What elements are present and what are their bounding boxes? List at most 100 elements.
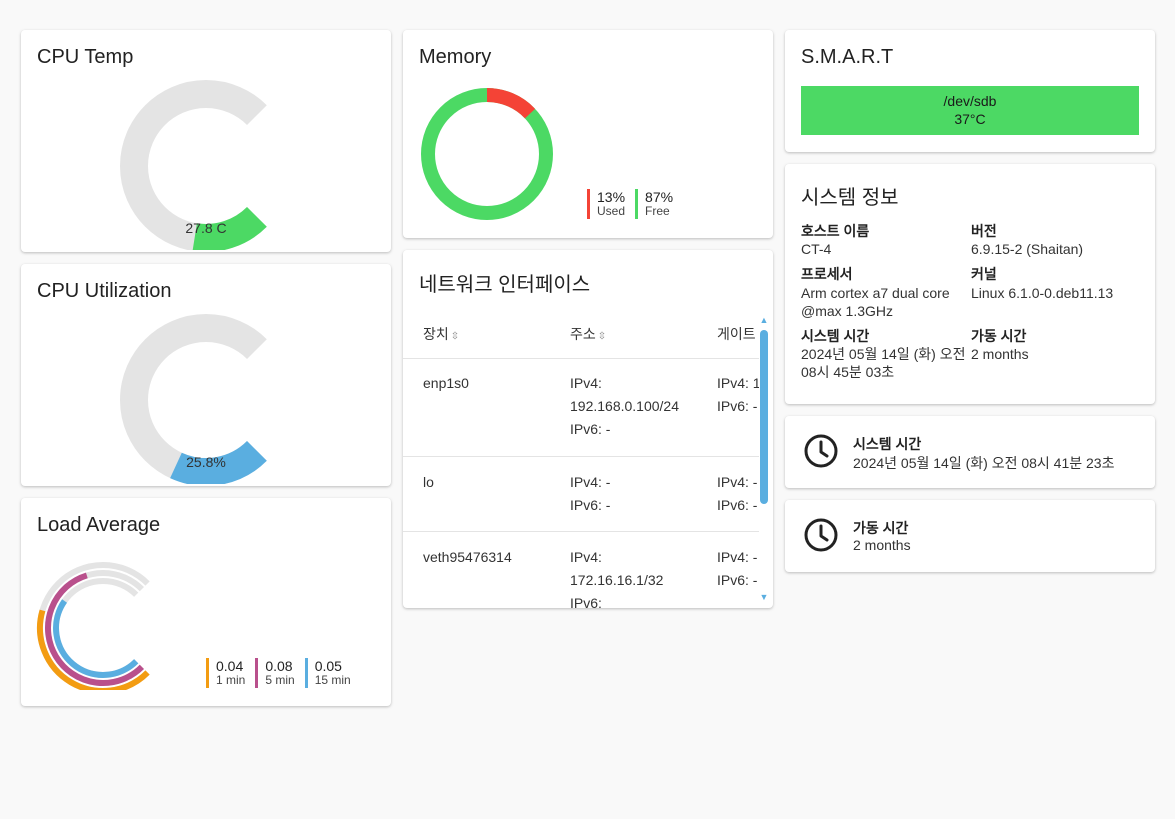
address-line: 172.16.16.1/32 — [570, 572, 664, 588]
load-5min-label: 5 min — [265, 673, 295, 688]
smart-temp: 37°C — [954, 110, 986, 127]
memory-free-legend: 87% Free — [635, 189, 673, 219]
address-cell: IPv4: 172.16.16.1/32 IPv6: — [570, 546, 663, 608]
memory-free-label: Free — [645, 204, 670, 219]
kernel-value: Linux 6.1.0-0.deb11.13 — [971, 284, 1114, 301]
network-table[interactable]: 장치 ⇳ 주소 ⇳ 게이트 enp1s0 IPv4: 192.168.0.100/2… — [403, 310, 759, 608]
gateway-line: IPv4: - — [717, 474, 758, 490]
smart-device: /dev/sdb — [943, 93, 997, 109]
address-line: IPv6: — [570, 595, 602, 608]
processor-value: Arm cortex a7 dual core @max 1.3GHz — [801, 284, 950, 319]
load-5min-legend: 0.08 5 min — [255, 658, 295, 688]
uptime-value: 2 months — [971, 346, 1029, 363]
smart-card: S.M.A.R.T /dev/sdb 37°C — [785, 30, 1155, 152]
device-cell: veth95476314 — [423, 549, 512, 565]
scroll-up-arrow-icon[interactable]: ▲ — [759, 316, 769, 325]
load-average-legend: 0.04 1 min 0.08 5 min 0.05 15 min — [206, 658, 351, 688]
address-line: IPv4: — [570, 375, 602, 391]
hostname-label: 호스트 이름 — [801, 223, 870, 239]
gateway-line: IPv6: - — [717, 572, 758, 588]
uptime-field: 가동 시간 2 months — [971, 327, 1141, 382]
clock-icon — [804, 518, 838, 552]
system-info-title: 시스템 정보 — [801, 187, 899, 209]
network-table-header: 장치 ⇳ 주소 ⇳ 게이트 — [403, 310, 759, 359]
system-info-grid: 호스트 이름 CT-4 버전 6.9.15-2 (Shaitan) 프로세서 A… — [801, 222, 1141, 389]
cpu-temp-value: 27.8 C — [185, 220, 227, 236]
memory-used-label: Used — [597, 204, 626, 219]
version-field: 버전 6.9.15-2 (Shaitan) — [971, 222, 1141, 258]
address-cell: IPv4: 192.168.0.100/24 IPv6: - — [570, 372, 679, 441]
table-row: enp1s0 IPv4: 192.168.0.100/24 IPv6: - IP… — [403, 358, 759, 457]
gateway-cell: IPv4: 1 IPv6: - — [717, 372, 759, 418]
sort-icon: ⇳ — [597, 331, 607, 342]
load-average-title: Load Average — [37, 514, 161, 536]
address-line: IPv6: - — [570, 497, 611, 513]
load-ring-15min — [53, 599, 139, 678]
load-15min-label: 15 min — [314, 673, 351, 688]
memory-used-legend: 13% Used — [587, 189, 625, 219]
processor-field: 프로세서 Arm cortex a7 dual core @max 1.3GHz — [801, 265, 971, 320]
uptime-card-value: 2 months — [853, 537, 911, 553]
column-address-label: 주소 — [570, 326, 596, 342]
gateway-cell: IPv4: - IPv6: - — [717, 471, 757, 517]
network-title: 네트워크 인터페이스 — [419, 274, 591, 296]
column-device-label: 장치 — [423, 326, 449, 342]
uptime-label: 가동 시간 — [971, 327, 1027, 344]
version-value: 6.9.15-2 (Shaitan) — [971, 241, 1084, 258]
sort-icon: ⇳ — [450, 331, 460, 342]
column-gateway-label: 게이트 — [717, 326, 756, 342]
system-time-card: 시스템 시간 2024년 05월 14일 (화) 오전 08시 41분 23초 — [785, 416, 1155, 488]
kernel-label: 커널 — [971, 266, 997, 283]
gateway-line: IPv6: - — [717, 398, 758, 414]
load-1min-value: 0.04 — [216, 658, 244, 674]
version-label: 버전 — [971, 223, 997, 239]
system-time-field: 시스템 시간 2024년 05월 14일 (화) 오전 08시 45분 03초 — [801, 327, 971, 382]
uptime-card-label: 가동 시간 — [853, 520, 909, 536]
system-time-card-value: 2024년 05월 14일 (화) 오전 08시 41분 23초 — [853, 455, 1115, 471]
address-line: IPv4: - — [570, 474, 611, 490]
memory-title: Memory — [419, 46, 492, 68]
cpu-temp-card: CPU Temp 27.8 C — [21, 30, 391, 252]
address-line: IPv6: - — [570, 421, 611, 437]
network-card: 네트워크 인터페이스 장치 ⇳ 주소 ⇳ 게이트 enp1s0 IPv4: 192.… — [403, 250, 773, 608]
gateway-line: IPv4: 1 — [717, 375, 759, 391]
memory-card: Memory 13% Used 87% Free — [403, 30, 773, 238]
system-time-value: 2024년 05월 14일 (화) 오전 08시 45분 03초 — [801, 346, 966, 381]
network-scrollbar[interactable]: ▲ ▼ — [759, 316, 769, 602]
scrollbar-thumb[interactable] — [760, 330, 768, 504]
cpu-utilization-title: CPU Utilization — [37, 280, 172, 302]
device-cell: lo — [423, 474, 434, 490]
scroll-down-arrow-icon[interactable]: ▼ — [759, 593, 769, 602]
kernel-field: 커널 Linux 6.1.0-0.deb11.13 — [971, 265, 1141, 320]
table-row: lo IPv4: - IPv6: - IPv4: - IPv6: - — [403, 457, 759, 532]
gateway-line: IPv4: - — [717, 549, 758, 565]
column-device-header[interactable]: 장치 ⇳ — [423, 324, 459, 344]
memory-donut — [421, 88, 553, 220]
memory-used-value: 13% — [597, 189, 626, 205]
load-1min-legend: 0.04 1 min — [206, 658, 245, 688]
column-gateway-header[interactable]: 게이트 — [717, 324, 756, 344]
system-time-card-label: 시스템 시간 — [853, 436, 922, 452]
gateway-line: IPv6: - — [717, 497, 758, 513]
uptime-card: 가동 시간 2 months — [785, 500, 1155, 572]
load-15min-legend: 0.05 15 min — [304, 658, 351, 688]
system-time-label: 시스템 시간 — [801, 327, 870, 344]
load-average-gauge — [37, 562, 150, 690]
memory-legend: 13% Used 87% Free — [587, 189, 673, 219]
processor-label: 프로세서 — [801, 266, 853, 283]
address-line: 192.168.0.100/24 — [570, 398, 679, 414]
device-cell: enp1s0 — [423, 375, 469, 391]
hostname-value: CT-4 — [801, 241, 832, 258]
hostname-field: 호스트 이름 CT-4 — [801, 222, 971, 258]
load-15min-value: 0.05 — [314, 658, 342, 674]
cpu-utilization-value: 25.8% — [186, 454, 226, 470]
smart-title: S.M.A.R.T — [801, 46, 894, 68]
column-address-header[interactable]: 주소 ⇳ — [570, 324, 606, 344]
clock-icon — [804, 434, 838, 468]
load-1min-label: 1 min — [216, 673, 246, 688]
load-average-card: Load Average 0.04 1 min 0.08 5 min 0.05 … — [21, 498, 391, 706]
smart-disk-status: /dev/sdb 37°C — [801, 86, 1139, 135]
address-cell: IPv4: - IPv6: - — [570, 471, 610, 517]
address-line: IPv4: — [570, 549, 602, 565]
memory-free-value: 87% — [645, 189, 674, 205]
